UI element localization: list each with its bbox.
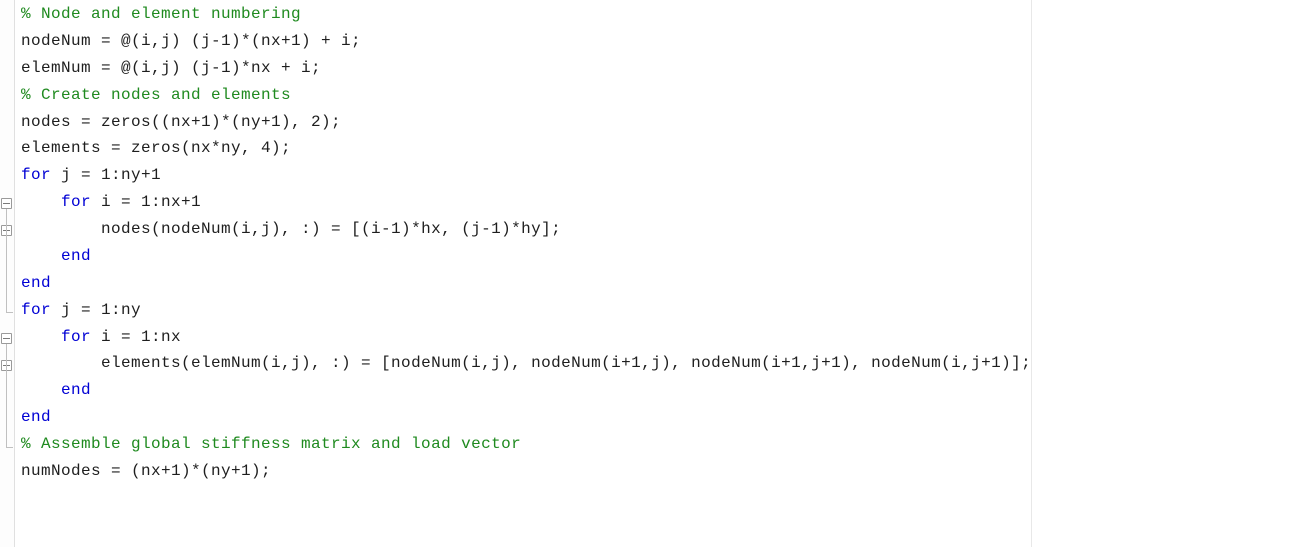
code-editor: % Node and element numbering nodeNum = @(… — [0, 0, 1296, 547]
code-line[interactable]: % Create nodes and elements — [21, 82, 1031, 109]
code-line[interactable]: end — [21, 377, 1031, 404]
code-line[interactable]: nodeNum = @(i,j) (j-1)*(nx+1) + i; — [21, 28, 1031, 55]
comment-text: % Create nodes and elements — [21, 86, 291, 104]
code-area[interactable]: % Node and element numbering nodeNum = @(… — [15, 0, 1031, 547]
code-text: j = 1:ny — [51, 301, 141, 319]
fold-guide-line — [6, 371, 7, 417]
code-text: elements(elemNum(i,j), :) = [nodeNum(i,j… — [101, 354, 1031, 372]
code-line[interactable]: end — [21, 270, 1031, 297]
code-line[interactable]: end — [21, 404, 1031, 431]
code-text: elemNum = @(i,j) (j-1)*nx + i; — [21, 59, 321, 77]
code-line[interactable]: % Assemble global stiffness matrix and l… — [21, 431, 1031, 458]
code-line[interactable]: nodes = zeros((nx+1)*(ny+1), 2); — [21, 109, 1031, 136]
code-line[interactable]: end — [21, 243, 1031, 270]
code-text: j = 1:ny+1 — [51, 166, 161, 184]
comment-text: % Node and element numbering — [21, 5, 301, 23]
code-line[interactable]: for i = 1:nx+1 — [21, 189, 1031, 216]
code-line[interactable]: elemNum = @(i,j) (j-1)*nx + i; — [21, 55, 1031, 82]
code-text: i = 1:nx+1 — [91, 193, 201, 211]
code-text: nodeNum = @(i,j) (j-1)*(nx+1) + i; — [21, 32, 361, 50]
keyword-text: for — [61, 328, 91, 346]
keyword-text: for — [21, 166, 51, 184]
code-text: nodes = zeros((nx+1)*(ny+1), 2); — [21, 113, 341, 131]
code-line[interactable]: elements(elemNum(i,j), :) = [nodeNum(i,j… — [21, 350, 1031, 377]
code-text: numNodes = (nx+1)*(ny+1); — [21, 462, 271, 480]
fold-toggle-icon[interactable] — [1, 333, 12, 344]
keyword-text: end — [61, 381, 91, 399]
code-text: nodes(nodeNum(i,j), :) = [(i-1)*hx, (j-1… — [101, 220, 561, 238]
fold-guide-line — [6, 236, 7, 282]
keyword-text: end — [21, 408, 51, 426]
code-line[interactable]: elements = zeros(nx*ny, 4); — [21, 135, 1031, 162]
keyword-text: for — [21, 301, 51, 319]
minimap[interactable] — [1031, 0, 1296, 547]
code-line[interactable]: numNodes = (nx+1)*(ny+1); — [21, 458, 1031, 485]
code-text: i = 1:nx — [91, 328, 181, 346]
keyword-text: for — [61, 193, 91, 211]
fold-gutter — [0, 0, 15, 547]
fold-end-icon — [6, 441, 13, 448]
code-line[interactable]: for j = 1:ny — [21, 297, 1031, 324]
comment-text: % Assemble global stiffness matrix and l… — [21, 435, 521, 453]
keyword-text: end — [61, 247, 91, 265]
code-text: elements = zeros(nx*ny, 4); — [21, 139, 291, 157]
code-line[interactable]: for i = 1:nx — [21, 324, 1031, 351]
fold-end-icon — [6, 306, 13, 313]
keyword-text: end — [21, 274, 51, 292]
code-line[interactable]: nodes(nodeNum(i,j), :) = [(i-1)*hx, (j-1… — [21, 216, 1031, 243]
code-line[interactable]: % Node and element numbering — [21, 1, 1031, 28]
code-line[interactable]: for j = 1:ny+1 — [21, 162, 1031, 189]
fold-toggle-icon[interactable] — [1, 198, 12, 209]
